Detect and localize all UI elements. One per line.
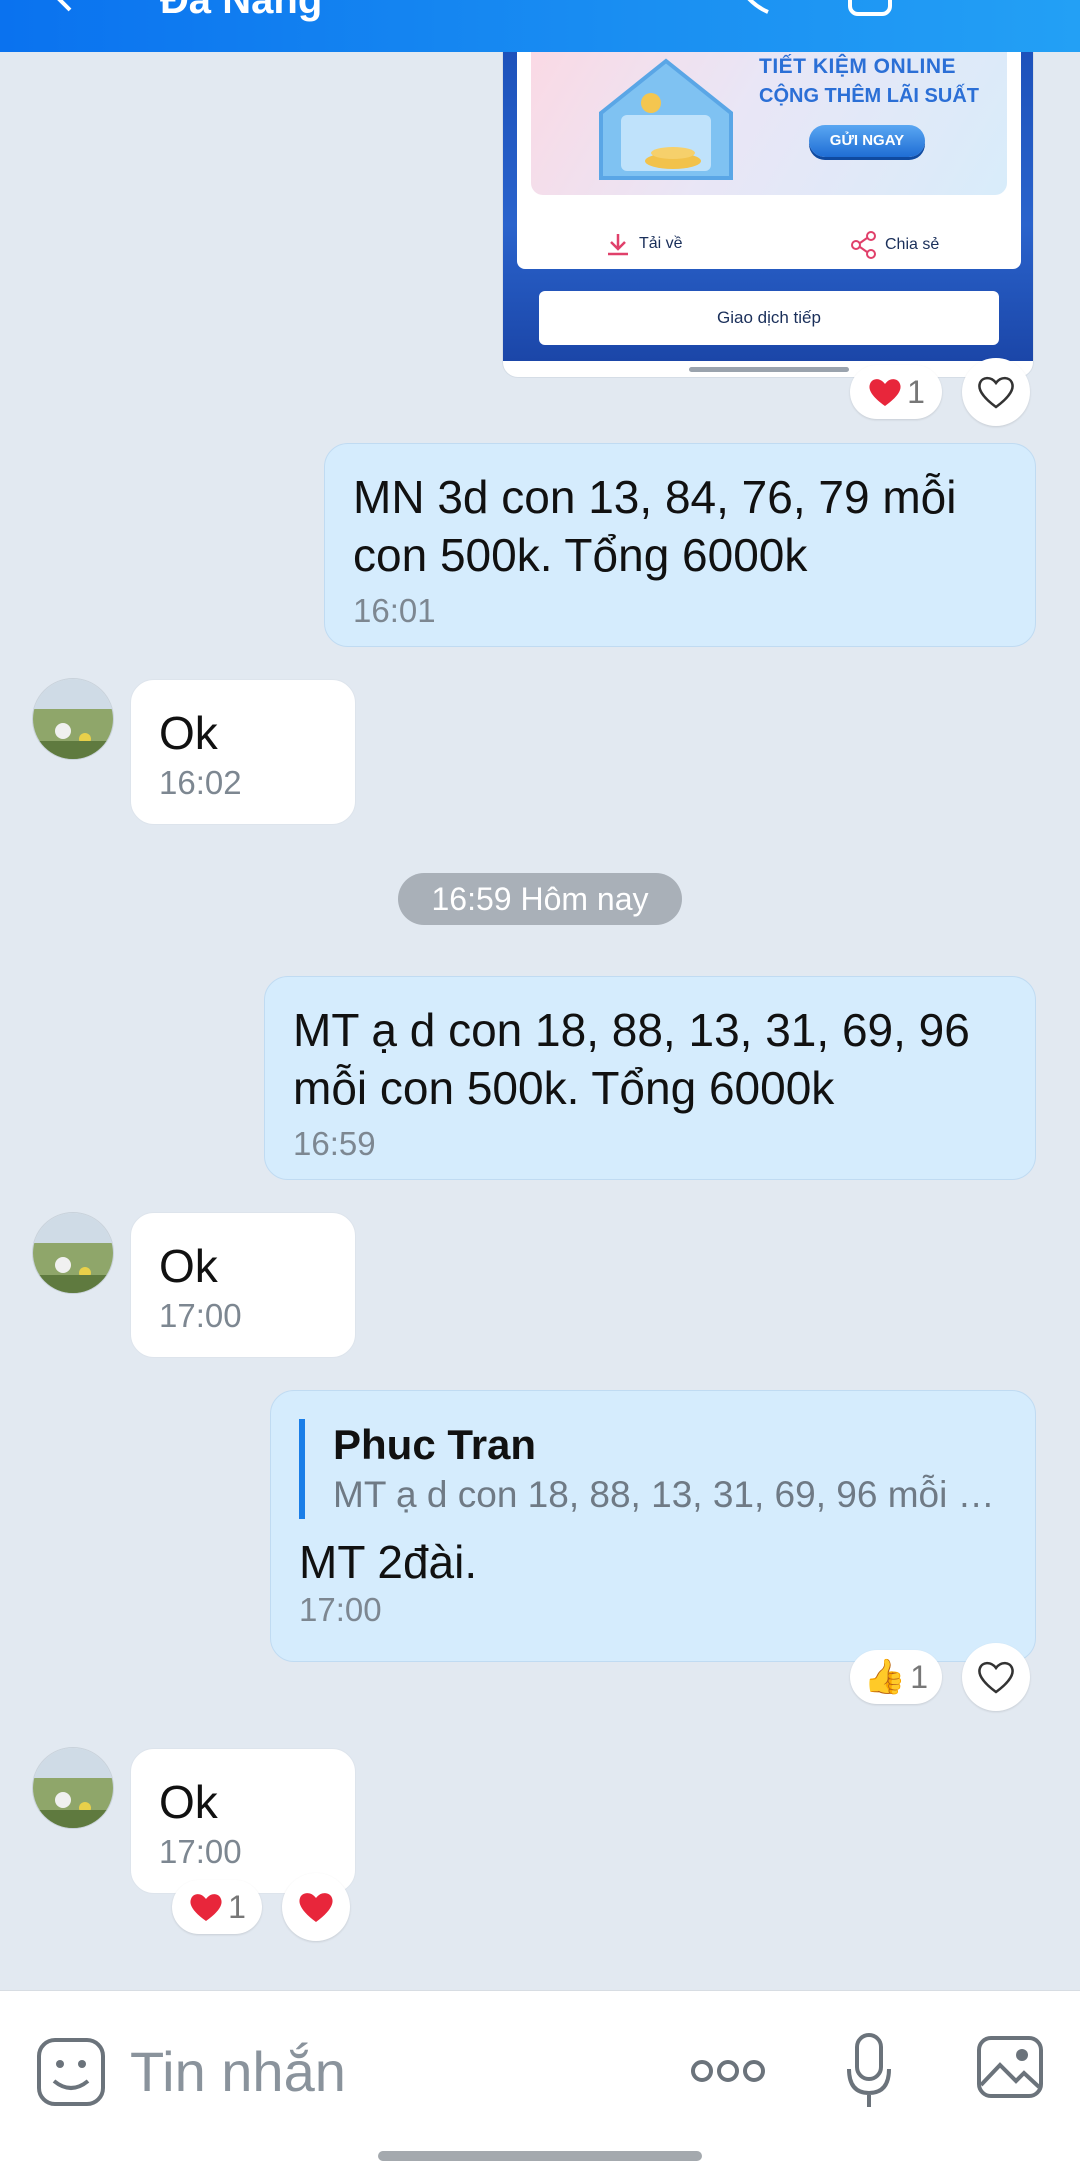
reaction-summary[interactable]: 👍 1 [850, 1650, 942, 1704]
menu-icon[interactable] [980, 0, 1028, 22]
continue-label: Giao dịch tiếp [717, 308, 821, 327]
image-icon[interactable] [976, 2035, 1044, 2099]
banner-line-2: CỘNG THÊM LÃI SUẤT [759, 85, 979, 107]
heart-icon [299, 1893, 333, 1922]
quoted-sender: Phuc Tran [333, 1421, 537, 1468]
avatar[interactable] [32, 1212, 114, 1294]
message-text: Ok [159, 1240, 218, 1292]
more-icon[interactable] [690, 2053, 766, 2089]
download-action[interactable]: Tải về [605, 231, 683, 257]
message-bubble-incoming[interactable]: Ok 17:00 [130, 1212, 356, 1358]
avatar-image [33, 1748, 113, 1828]
message-bubble-incoming[interactable]: Ok 17:00 [130, 1748, 356, 1894]
message-bubble-incoming[interactable]: Ok 16:02 [130, 679, 356, 825]
heart-outline-icon [978, 376, 1014, 409]
share-action[interactable]: Chia sẻ [851, 231, 939, 259]
message-text: MN 3d con 13, 84, 76, 79 mỗi con 500k. T… [353, 471, 957, 581]
avatar-image [33, 679, 113, 759]
reaction-count: 1 [910, 1658, 929, 1695]
shared-image-card[interactable]: TIẾT KIỆM ONLINE CỘNG THÊM LÃI SUẤT GỬI … [502, 20, 1034, 378]
chat-title: Đà Nẵng [160, 0, 323, 22]
message-time: 16:02 [159, 764, 242, 801]
avatar-image [33, 1213, 113, 1293]
download-icon [608, 234, 628, 256]
react-button[interactable] [962, 358, 1030, 426]
continue-button: Giao dịch tiếp [539, 291, 999, 345]
image-inner-panel: TIẾT KIỆM ONLINE CỘNG THÊM LÃI SUẤT GỬI … [517, 21, 1021, 269]
message-text: MT 2đài. [299, 1536, 478, 1588]
reply-message-bubble[interactable]: Phuc Tran MT ạ d con 18, 88, 13, 31, 69,… [270, 1390, 1036, 1662]
avatar[interactable] [32, 678, 114, 760]
message-bubble-outgoing[interactable]: MN 3d con 13, 84, 76, 79 mỗi con 500k. T… [324, 443, 1036, 647]
message-time: 16:01 [353, 592, 436, 629]
message-bubble-outgoing[interactable]: MT ạ d con 18, 88, 13, 31, 69, 96 mỗi co… [264, 976, 1036, 1180]
reaction-summary[interactable]: 1 [172, 1880, 262, 1934]
message-input[interactable]: Tin nhắn [130, 2037, 346, 2107]
reaction-count: 1 [907, 373, 925, 410]
chat-header: Đà Nẵng [0, 0, 1080, 52]
heart-icon [869, 379, 901, 406]
thumbs-up-icon: 👍 [863, 1658, 907, 1696]
react-button[interactable] [962, 1643, 1030, 1711]
download-label: Tải về [639, 235, 683, 252]
heart-outline-icon [978, 1661, 1014, 1694]
banner-send-button: GỬI NGAY [809, 125, 925, 157]
message-time: 16:59 [293, 1125, 376, 1162]
message-text: Ok [159, 1776, 218, 1828]
reaction-summary[interactable]: 1 [850, 365, 942, 419]
banner-line-1: TIẾT KIỆM ONLINE [759, 55, 956, 78]
message-time: 17:00 [299, 1591, 382, 1628]
share-icon [851, 231, 876, 259]
home-indicator [378, 2151, 702, 2161]
call-icon[interactable] [728, 0, 776, 22]
share-label: Chia sẻ [885, 236, 940, 253]
savings-banner: TIẾT KIỆM ONLINE CỘNG THÊM LÃI SUẤT GỬI … [531, 31, 1007, 195]
message-time: 17:00 [159, 1833, 242, 1870]
sticker-icon[interactable] [36, 2037, 106, 2107]
house-illustration [599, 58, 733, 180]
message-composer: Tin nhắn [0, 1990, 1080, 2177]
reaction-count: 1 [228, 1888, 246, 1925]
video-icon[interactable] [846, 0, 894, 22]
avatar[interactable] [32, 1747, 114, 1829]
message-time: 17:00 [159, 1297, 242, 1334]
message-text: MT ạ d con 18, 88, 13, 31, 69, 96 mỗi co… [293, 1004, 970, 1114]
mic-icon[interactable] [844, 2031, 894, 2111]
react-button[interactable] [282, 1873, 350, 1941]
quoted-text: MT ạ d con 18, 88, 13, 31, 69, 96 mỗi co… [333, 1474, 1013, 1515]
image-scroll-indicator [689, 367, 849, 372]
message-text: Ok [159, 707, 218, 759]
back-arrow-icon[interactable] [44, 0, 84, 14]
heart-icon [190, 1894, 222, 1921]
quoted-message[interactable]: Phuc Tran MT ạ d con 18, 88, 13, 31, 69,… [299, 1419, 1013, 1519]
date-divider: 16:59 Hôm nay [398, 873, 682, 925]
